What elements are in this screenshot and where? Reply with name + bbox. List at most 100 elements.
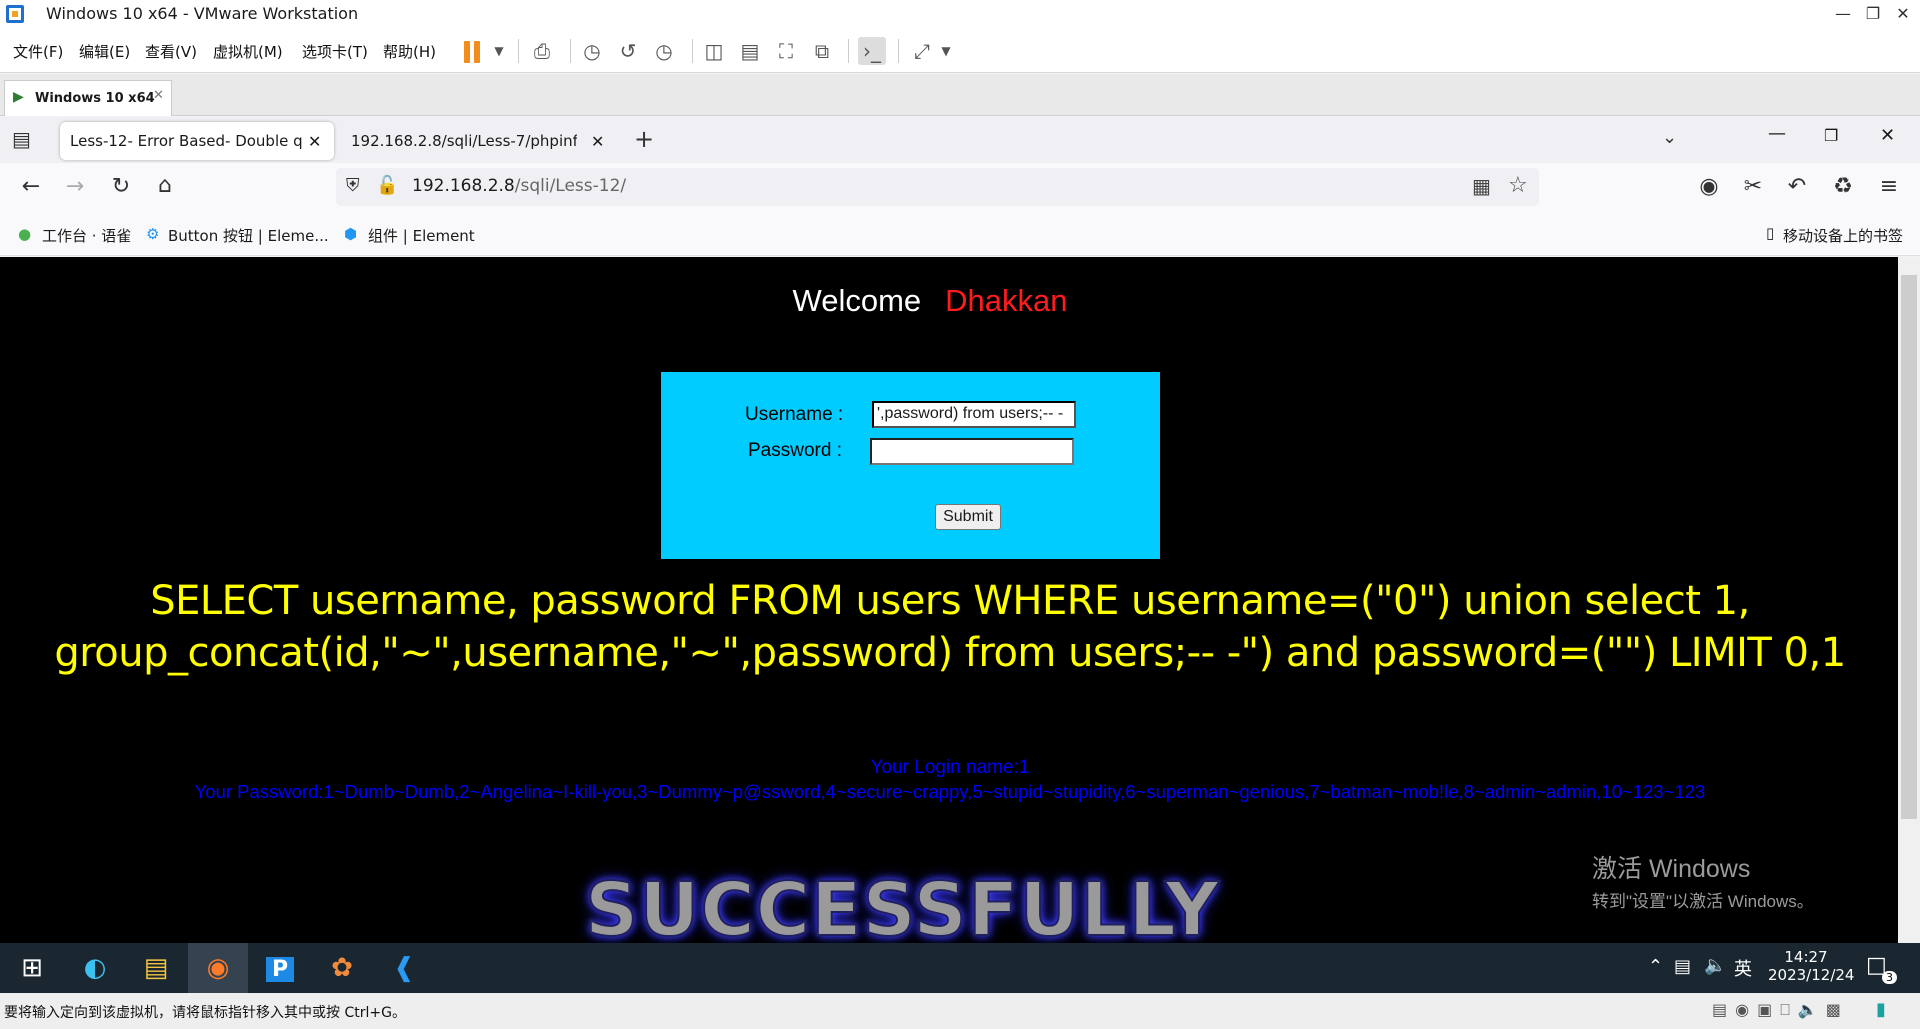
close-icon[interactable]: ✕ [591, 132, 604, 151]
activate-windows-watermark: 激活 Windows 转到"设置"以激活 Windows。 [1592, 849, 1814, 912]
bookmark-element-button[interactable]: Button 按钮 | Eleme... [168, 225, 329, 246]
vmware-tab-strip: ▶ Windows 10 x64 ✕ [0, 74, 1920, 116]
pause-icon-bar [474, 41, 480, 63]
back-icon[interactable]: ← [16, 172, 46, 202]
close-icon[interactable]: ✕ [1883, 0, 1920, 29]
tab-phpinfo[interactable]: 192.168.2.8/sqli/Less-7/phpinfo.p [341, 122, 603, 160]
shield-icon[interactable]: ⛨ [346, 175, 360, 196]
navigation-bar: ← → ↻ ⌂ ⛨ 🔓 192.168.2.8/sqli/Less-12/ ▦ … [0, 163, 1920, 213]
bookmark-yuque[interactable]: 工作台 · 语雀 [42, 225, 131, 246]
edge-icon[interactable]: ◐ [65, 943, 125, 993]
browser-tab-strip: ▤ Less-12- Error Based- Double qu ✕ 192.… [0, 117, 1920, 163]
username-label: Username : [745, 404, 844, 425]
menu-edit[interactable]: 编辑(E) [79, 41, 130, 62]
notification-count: 3 [1882, 971, 1897, 984]
login-form: Username : ',password) from users;-- - P… [661, 372, 1160, 559]
home-icon[interactable]: ⌂ [150, 171, 180, 201]
undo-icon[interactable]: ↶ [1782, 172, 1812, 202]
sql-line-2: group_concat(id,"~",username,"~",passwor… [54, 630, 1846, 676]
yuque-icon: ● [18, 225, 32, 243]
send-keys-icon[interactable]: ⎙ [528, 37, 556, 65]
welcome-heading: Welcome Dhakkan [0, 283, 1860, 319]
file-explorer-icon[interactable]: ▤ [126, 943, 186, 993]
taskbar: ⊞ ◐ ▤ ◉ P ✿ ❰ ⌃ ▤ 🔈 英 14:27 2023/12/24 □… [0, 943, 1920, 993]
url-text[interactable]: 192.168.2.8/sqli/Less-12/ [412, 176, 626, 196]
clock-date: 2023/12/24 [1768, 966, 1855, 984]
close-icon[interactable]: ✕ [308, 132, 321, 151]
submit-button[interactable]: Submit [935, 504, 1001, 530]
clock[interactable]: 14:27 2023/12/24 [1768, 948, 1855, 984]
menu-vm[interactable]: 虚拟机(M) [213, 41, 283, 62]
new-tab-icon[interactable]: + [634, 125, 654, 153]
vmware-logo-icon [6, 5, 24, 23]
view-recent-icon[interactable]: ▤ [12, 127, 31, 151]
volume-icon[interactable]: 🔈 [1704, 955, 1726, 976]
snapshot-manager-icon[interactable]: ◷ [650, 37, 678, 65]
toolbar-separator [570, 39, 571, 63]
sql-line-1: SELECT username, password FROM users WHE… [150, 578, 1750, 624]
element-icon: ⬢ [344, 225, 358, 243]
console-icon[interactable]: ›_ [858, 37, 886, 65]
ime-indicator[interactable]: 英 [1734, 955, 1752, 981]
minimize-icon[interactable]: — [1768, 123, 1786, 144]
toolbar-separator [518, 39, 519, 63]
element-icon: ⚙ [146, 225, 160, 243]
device-icons[interactable]: ▤◉▣⎕🔈▩ [1712, 1000, 1849, 1020]
screenshot-icon[interactable]: ✂ [1738, 172, 1768, 202]
phpstudy-icon[interactable]: P [250, 943, 310, 993]
bookmarks-bar: ● 工作台 · 语雀 ⚙ Button 按钮 | Eleme... ⬢ 组件 |… [0, 213, 1920, 256]
success-banner: SUCCESSFULLY [584, 866, 1220, 944]
library-icon[interactable]: ◫ [700, 37, 728, 65]
menu-help[interactable]: 帮助(H) [383, 41, 436, 62]
thumbnail-icon[interactable]: ▤ [736, 37, 764, 65]
menu-file[interactable]: 文件(F) [13, 41, 63, 62]
mobile-bookmarks[interactable]: 移动设备上的书签 [1783, 225, 1903, 246]
chevron-up-icon[interactable]: ⌃ [1648, 956, 1663, 977]
vm-icon: ▶ [13, 89, 24, 105]
pause-icon[interactable] [464, 41, 470, 63]
password-label: Password : [748, 440, 842, 461]
reload-icon[interactable]: ↻ [106, 172, 136, 202]
close-icon[interactable]: ✕ [153, 88, 164, 103]
forward-icon[interactable]: → [60, 172, 90, 202]
chevron-down-icon[interactable]: ▼ [485, 37, 513, 65]
paint-icon[interactable]: ✿ [312, 943, 372, 993]
bookmark-element-components[interactable]: 组件 | Element [368, 225, 475, 246]
toolbar-separator [848, 39, 849, 63]
revert-snapshot-icon[interactable]: ↺ [614, 37, 642, 65]
menu-icon[interactable]: ≡ [1874, 172, 1904, 202]
menu-view[interactable]: 查看(V) [145, 41, 197, 62]
vscode-icon[interactable]: ❰ [374, 943, 434, 993]
start-icon[interactable]: ⊞ [2, 943, 62, 993]
snapshot-icon[interactable]: ◷ [578, 37, 606, 65]
account-icon[interactable]: ◉ [1694, 172, 1724, 202]
network-icon[interactable]: ▤ [1674, 956, 1691, 977]
chevron-down-icon[interactable]: ▼ [932, 37, 960, 65]
fullscreen-icon[interactable]: ⛶ [772, 37, 800, 65]
restore-icon[interactable]: ❐ [1824, 126, 1838, 145]
qr-code-icon[interactable]: ▦ [1472, 174, 1491, 198]
vmware-toolbar: 文件(F) 编辑(E) 查看(V) 虚拟机(M) 选项卡(T) 帮助(H) ▼ … [0, 29, 1920, 73]
menu-tabs[interactable]: 选项卡(T) [302, 41, 368, 62]
vm-tab[interactable]: ▶ Windows 10 x64 ✕ [4, 80, 172, 116]
toolbar-separator [898, 39, 899, 63]
url-path: /sqli/Less-12/ [514, 176, 627, 196]
vmware-title-bar: Windows 10 x64 - VMware Workstation — ❐ … [0, 0, 1920, 29]
list-tabs-icon[interactable]: ⌄ [1662, 127, 1677, 148]
vm-message-icon[interactable]: ▮ [1876, 999, 1886, 1020]
insecure-lock-icon[interactable]: 🔓 [376, 175, 398, 196]
mobile-icon: ▯ [1766, 224, 1775, 242]
extensions-icon[interactable]: ♻ [1828, 172, 1858, 202]
url-host: 192.168.2.8 [412, 176, 515, 196]
toolbar-separator [692, 39, 693, 63]
unity-icon[interactable]: ⧉ [808, 37, 836, 65]
url-bar[interactable]: ⛨ 🔓 192.168.2.8/sqli/Less-12/ ▦ ☆ [336, 168, 1539, 206]
bookmark-star-icon[interactable]: ☆ [1508, 173, 1528, 198]
password-input[interactable] [870, 438, 1074, 465]
username-input[interactable]: ',password) from users;-- - [872, 401, 1076, 428]
close-icon[interactable]: ✕ [1880, 125, 1895, 146]
activate-subtitle: 转到"设置"以激活 Windows。 [1592, 892, 1814, 911]
scrollbar-thumb[interactable] [1901, 275, 1917, 819]
tab-less-12[interactable]: Less-12- Error Based- Double qu [60, 122, 334, 160]
firefox-icon[interactable]: ◉ [188, 943, 248, 993]
